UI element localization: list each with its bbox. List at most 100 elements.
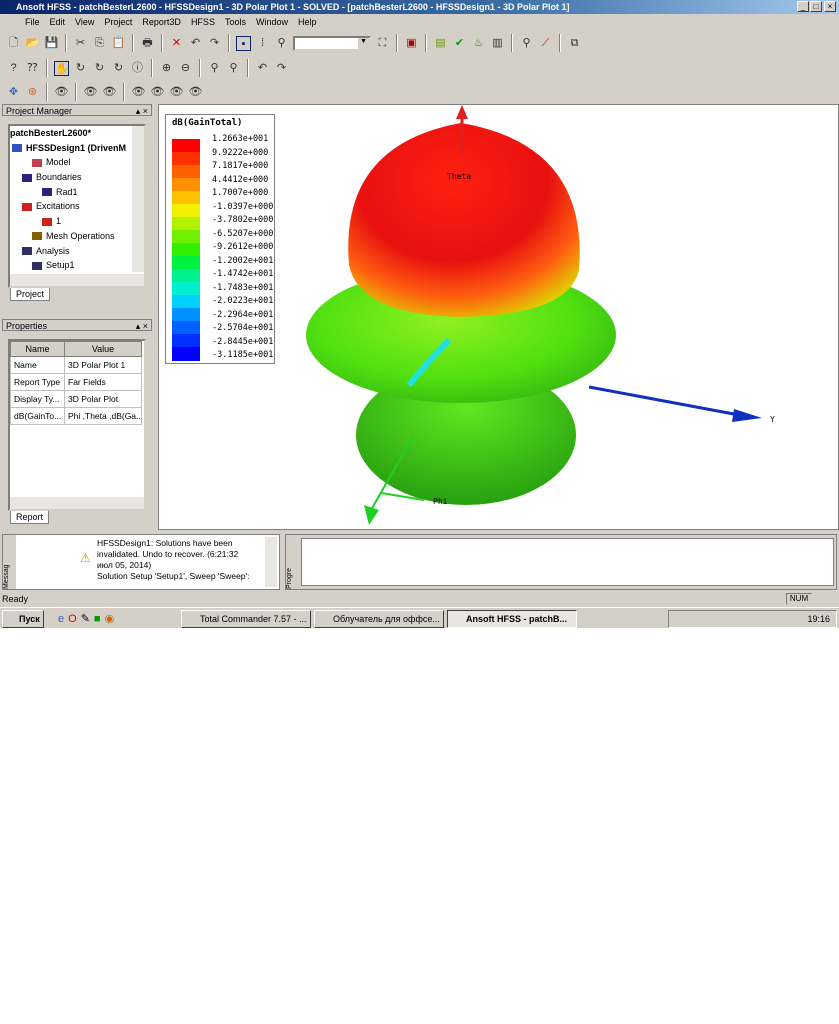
- analyze-icon[interactable]: ▤: [433, 36, 448, 51]
- field-icon[interactable]: ⚲: [519, 36, 534, 51]
- open-icon[interactable]: 📂: [25, 36, 40, 51]
- close-button[interactable]: ×: [824, 1, 836, 12]
- minimize-button[interactable]: _: [797, 1, 809, 12]
- fields-icon[interactable]: ⊛: [25, 85, 40, 100]
- menu-hfss[interactable]: HFSS: [186, 17, 220, 27]
- horizontal-scrollbar[interactable]: [10, 274, 144, 286]
- task-opera[interactable]: Облучатель для оффсе...: [314, 610, 444, 628]
- message-text: HFSSDesign1: Solutions have been invalida…: [97, 538, 250, 582]
- tree-node-icon: [42, 188, 52, 197]
- draw-icon[interactable]: ✥: [6, 85, 21, 100]
- close-icon[interactable]: ▴ ×: [136, 320, 151, 332]
- hide-view-icon[interactable]: 👁: [150, 85, 165, 100]
- tree-icon[interactable]: ⚲: [274, 36, 289, 51]
- message-tab[interactable]: Messag: [3, 535, 16, 589]
- selection-dropdown[interactable]: ▼: [293, 35, 371, 51]
- legend-value: 7.1817e+000: [212, 161, 269, 171]
- property-row[interactable]: Report Type Far Fields: [10, 373, 142, 391]
- show-icon[interactable]: 👁: [54, 85, 69, 100]
- tree-item-label: Setup1: [46, 260, 75, 271]
- tree-item[interactable]: 1: [10, 214, 144, 229]
- new-icon[interactable]: 🗋: [6, 36, 21, 51]
- menu-help[interactable]: Help: [293, 17, 322, 27]
- zoom-out-icon[interactable]: ⊖: [178, 61, 193, 76]
- start-button[interactable]: Пуск: [2, 610, 44, 628]
- tree-item[interactable]: Boundaries: [10, 170, 144, 185]
- tree-item[interactable]: Setup1: [10, 258, 144, 273]
- select-icon[interactable]: ▪: [236, 35, 251, 51]
- toolbar-standard: 🗋 📂 💾 ✂ ⎘ 📋 🖶 ✕ ↶ ↷ ▪ ⁞ ⚲ ▼ ⛶ ▣ ▤ ✔ ♨ ▥ ⚲ ⟋ ⧉: [0, 31, 839, 55]
- rotate-icon[interactable]: ↻: [73, 61, 88, 76]
- context-help-icon[interactable]: ⁇: [25, 61, 40, 76]
- save-icon[interactable]: 💾: [44, 36, 59, 51]
- tab-project[interactable]: Project: [10, 288, 51, 301]
- help-icon[interactable]: ?: [6, 61, 21, 76]
- show-view-icon[interactable]: 👁: [131, 85, 146, 100]
- view-redo-icon[interactable]: ↷: [274, 61, 289, 76]
- print-icon[interactable]: 🖶: [140, 36, 155, 51]
- progress-tab[interactable]: Progre: [286, 535, 299, 589]
- check-icon[interactable]: ✔: [452, 36, 467, 51]
- menu-report3d[interactable]: Report3D: [137, 17, 186, 27]
- grid-icon[interactable]: ⛶: [375, 36, 390, 51]
- report-icon[interactable]: ▥: [490, 36, 505, 51]
- legend-swatch: [172, 139, 200, 153]
- rotate-x-icon[interactable]: ↻: [92, 61, 107, 76]
- vertical-scrollbar[interactable]: [132, 126, 144, 272]
- close-icon[interactable]: ▴ ×: [136, 105, 151, 117]
- menu-window[interactable]: Window: [251, 17, 293, 27]
- property-row[interactable]: dB(GainTo... Phi ,Theta ,dB(Ga...: [10, 407, 142, 425]
- copy-icon[interactable]: ⎘: [92, 36, 107, 51]
- hide-all-icon[interactable]: 👁: [102, 85, 117, 100]
- property-row[interactable]: Display Ty... 3D Polar Plot: [10, 390, 142, 408]
- undo-icon[interactable]: ↶: [188, 36, 203, 51]
- message-scrollbar[interactable]: [265, 537, 277, 587]
- hide-all-view-icon[interactable]: 👁: [188, 85, 203, 100]
- hide-icon[interactable]: 👁: [83, 85, 98, 100]
- menu-tools[interactable]: Tools: [220, 17, 251, 27]
- property-value: Far Fields: [64, 373, 142, 391]
- plot-icon[interactable]: ⟋: [538, 36, 553, 51]
- task-total-commander[interactable]: Total Commander 7.57 - ...: [181, 610, 311, 628]
- validate-icon[interactable]: ▣: [404, 36, 419, 51]
- quick-launch[interactable]: eO✎■◉: [58, 612, 118, 625]
- color-legend[interactable]: dB(GainTotal) 1.2663e+001 9.9222e+000 7.18…: [165, 114, 275, 364]
- info-icon[interactable]: ⓘ: [130, 61, 145, 76]
- tree-item[interactable]: Rad1: [10, 185, 144, 200]
- rotate-y-icon[interactable]: ↻: [111, 61, 126, 76]
- horizontal-scrollbar[interactable]: [10, 497, 144, 509]
- tree-item-label: Boundaries: [36, 172, 82, 183]
- menu-edit[interactable]: Edit: [45, 17, 71, 27]
- redo-icon[interactable]: ↷: [207, 36, 222, 51]
- cut-icon[interactable]: ✂: [73, 36, 88, 51]
- chevron-down-icon[interactable]: ▼: [358, 37, 369, 49]
- tree-item[interactable]: patchBesterL2600*: [10, 126, 144, 141]
- task-ansoft-hfss[interactable]: Ansoft HFSS - patchB...: [447, 610, 577, 628]
- delete-icon[interactable]: ✕: [169, 36, 184, 51]
- property-row[interactable]: Name 3D Polar Plot 1: [10, 356, 142, 374]
- model-icon[interactable]: ⁞: [255, 36, 270, 51]
- legend-swatch: [172, 308, 200, 322]
- show-all-view-icon[interactable]: 👁: [169, 85, 184, 100]
- tree-item[interactable]: Model: [10, 155, 144, 170]
- tab-report[interactable]: Report: [10, 511, 50, 524]
- tree-item[interactable]: Analysis: [10, 244, 144, 259]
- zoom-area-icon[interactable]: ⚲: [226, 61, 241, 76]
- menu-view[interactable]: View: [70, 17, 99, 27]
- tree-item[interactable]: HFSSDesign1 (DrivenM: [10, 141, 144, 156]
- zoom-in-icon[interactable]: ⊕: [159, 61, 174, 76]
- results-icon[interactable]: ♨: [471, 36, 486, 51]
- legend-value: -1.7483e+001: [212, 282, 274, 293]
- menu-file[interactable]: File: [20, 17, 45, 27]
- tree-item[interactable]: Mesh Operations: [10, 229, 144, 244]
- tree-item[interactable]: Excitations: [10, 199, 144, 214]
- paste-icon[interactable]: 📋: [111, 36, 126, 51]
- legend-swatch: [172, 321, 200, 335]
- windows-icon[interactable]: ⧉: [567, 36, 582, 51]
- menu-project[interactable]: Project: [99, 17, 137, 27]
- view-undo-icon[interactable]: ↶: [255, 61, 270, 76]
- maximize-button[interactable]: □: [810, 1, 822, 12]
- zoom-fit-icon[interactable]: ⚲: [207, 61, 222, 76]
- pan-icon[interactable]: ✋: [54, 60, 69, 76]
- status-text: Ready: [2, 594, 29, 604]
